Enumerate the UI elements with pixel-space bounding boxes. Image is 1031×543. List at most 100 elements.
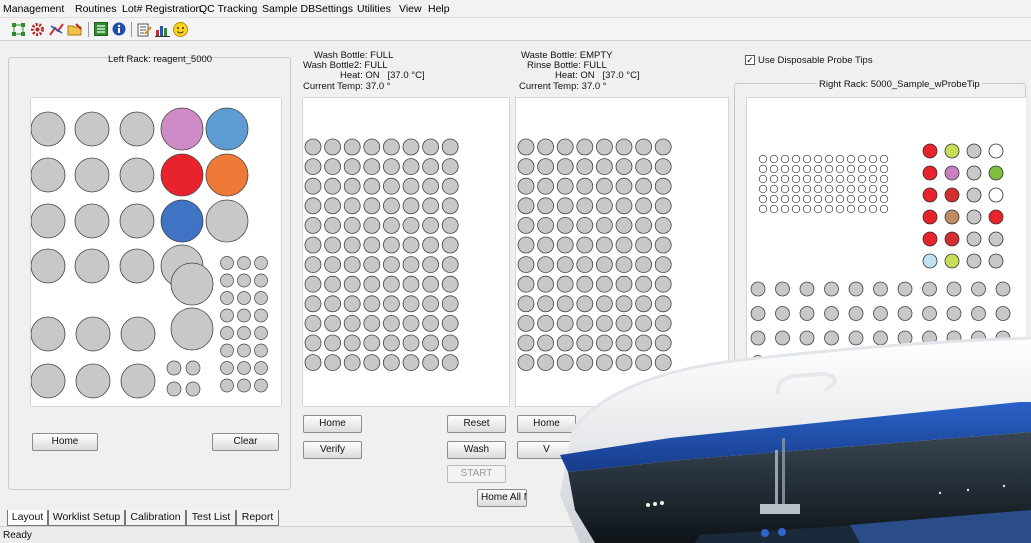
menu-management[interactable]: Management xyxy=(3,3,64,15)
tab-test-list[interactable]: Test List xyxy=(186,510,236,526)
probe-tip-well xyxy=(879,184,889,194)
menu-sample-db[interactable]: Sample DB xyxy=(262,3,315,15)
probe-tip-well xyxy=(758,174,768,184)
probe-tip-well xyxy=(824,154,834,164)
plate-well xyxy=(324,275,342,293)
plate-well xyxy=(304,236,322,254)
plate-well xyxy=(383,275,400,293)
menu-settings[interactable]: Settings xyxy=(315,3,353,15)
edit-report-icon[interactable] xyxy=(137,22,152,37)
probe-tip-well xyxy=(846,194,856,204)
sample-tube-well xyxy=(799,281,815,297)
plate-well xyxy=(556,256,574,274)
plate-well xyxy=(304,256,322,274)
plate-well xyxy=(402,177,420,195)
sample-tube-well xyxy=(944,209,960,225)
plate1-reset-button[interactable]: Reset xyxy=(447,415,506,433)
tab-report[interactable]: Report xyxy=(236,510,279,526)
plate-well xyxy=(402,334,420,352)
left-rack-home-button[interactable]: Home xyxy=(32,433,98,451)
plate-well xyxy=(363,177,381,195)
settings-gear-icon[interactable] xyxy=(30,22,45,37)
plate-well xyxy=(422,295,439,313)
tab-calibration[interactable]: Calibration xyxy=(125,510,186,526)
plate-well xyxy=(343,158,361,175)
signal-icon[interactable] xyxy=(49,22,64,37)
probe-tip-well xyxy=(879,194,889,204)
plate-well xyxy=(654,197,672,215)
sample-tube-well xyxy=(988,253,1004,269)
waste-current-temp: Current Temp: 37.0 ° xyxy=(519,81,607,92)
small-vial-well xyxy=(166,381,182,397)
probe-tip-well xyxy=(824,164,834,174)
probe-tip-well xyxy=(802,174,812,184)
plate-well xyxy=(441,138,459,156)
plate-well xyxy=(654,177,672,195)
grid-view-icon[interactable] xyxy=(94,22,108,36)
probe-tip-well xyxy=(791,154,801,164)
probe-tip-well xyxy=(835,174,845,184)
sample-tube-well xyxy=(848,306,864,321)
toolbar-separator xyxy=(88,22,89,37)
sample-tube-well xyxy=(971,281,986,297)
plate-well xyxy=(422,197,439,215)
menu-help[interactable]: Help xyxy=(428,3,450,15)
plate-well xyxy=(324,158,342,175)
menu-qc-tracking[interactable]: QC Tracking xyxy=(199,3,257,15)
info-icon[interactable] xyxy=(112,22,126,36)
plate-well xyxy=(615,197,633,215)
right-rack-title: Right Rack: 5000_Sample_wProbeTip xyxy=(817,79,982,90)
plate-well xyxy=(615,256,633,274)
menu-view[interactable]: View xyxy=(399,3,422,15)
plate-well xyxy=(422,275,439,293)
small-vial-well xyxy=(237,273,251,288)
plate-well xyxy=(654,158,672,175)
probe-tip-well xyxy=(835,154,845,164)
probe-tip-well xyxy=(846,174,856,184)
smiley-icon[interactable] xyxy=(173,22,188,37)
small-vial-well xyxy=(166,360,182,376)
plate-well xyxy=(363,217,381,234)
plate-well xyxy=(615,217,633,234)
probe-tip-well xyxy=(846,164,856,174)
left-rack-clear-button[interactable]: Clear xyxy=(212,433,279,451)
probe-tip-well xyxy=(791,194,801,204)
plate-well xyxy=(615,236,633,254)
sample-tube-well xyxy=(966,209,982,225)
menu-utilities[interactable]: Utilities xyxy=(357,3,391,15)
small-vial-well xyxy=(220,256,234,270)
probe-tip-well xyxy=(791,174,801,184)
sample-tube-well xyxy=(966,187,982,203)
network-icon[interactable] xyxy=(11,22,26,37)
instrument-photo xyxy=(560,336,1031,543)
plate-well xyxy=(402,217,420,234)
tab-layout[interactable]: Layout xyxy=(7,510,48,526)
plate-well xyxy=(402,256,420,274)
probe-tip-well xyxy=(802,204,812,214)
sample-tube-well xyxy=(775,306,790,321)
plate-well xyxy=(576,177,594,195)
chart-icon[interactable] xyxy=(155,22,170,37)
small-vial-well xyxy=(254,343,268,358)
plate1-start-button[interactable]: START xyxy=(447,465,506,483)
plate1-verify-button[interactable]: Verify xyxy=(303,441,362,459)
use-disposable-tips-label: Use Disposable Probe Tips xyxy=(758,55,873,66)
reagent-bottle-well xyxy=(120,363,156,399)
small-vial-well xyxy=(254,256,268,270)
plate-well xyxy=(441,314,459,332)
plate-well xyxy=(363,314,381,332)
plate1-wash-button[interactable]: Wash xyxy=(447,441,506,459)
use-disposable-tips-checkbox[interactable]: ✓ xyxy=(745,55,755,65)
menu-routines[interactable]: Routines xyxy=(75,3,116,15)
plate-well xyxy=(654,295,672,313)
plate-well xyxy=(363,138,381,156)
sample-tube-well xyxy=(799,306,815,321)
probe-tip-well xyxy=(857,154,867,164)
plate1-home-button[interactable]: Home xyxy=(303,415,362,433)
folder-edit-icon[interactable] xyxy=(67,22,83,37)
plate-well xyxy=(596,275,613,293)
menu-lot-registration[interactable]: Lot# Registration xyxy=(122,3,201,15)
tab-worklist-setup[interactable]: Worklist Setup xyxy=(48,510,125,526)
plate-well xyxy=(422,138,439,156)
plate-well xyxy=(422,236,439,254)
